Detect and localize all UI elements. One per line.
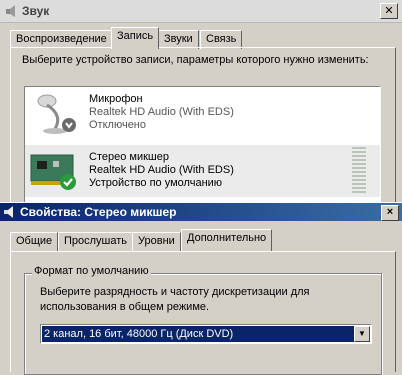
- disabled-down-arrow-icon: [62, 118, 76, 132]
- device-driver: Realtek HD Audio (With EDS): [89, 164, 234, 176]
- device-microphone-text: Микрофон Realtek HD Audio (With EDS) Отк…: [89, 93, 234, 132]
- device-name: Стерео микшер: [89, 151, 169, 163]
- properties-dialog: Свойства: Стерео микшер × Общие Прослуша…: [0, 202, 402, 375]
- device-stereo-mix[interactable]: Стерео микшер Realtek HD Audio (With EDS…: [25, 145, 380, 197]
- properties-dialog-title: Свойства: Стерео микшер: [20, 205, 177, 219]
- device-microphone[interactable]: Микрофон Realtek HD Audio (With EDS) Отк…: [25, 87, 380, 139]
- sound-close-button[interactable]: ✕: [380, 3, 398, 19]
- recording-prompt: Выберите устройство записи, параметры ко…: [22, 54, 369, 66]
- tab-advanced[interactable]: Дополнительно: [181, 229, 273, 251]
- tab-levels[interactable]: Уровни: [132, 232, 181, 251]
- device-driver: Realtek HD Audio (With EDS): [89, 106, 234, 118]
- device-status: Устройство по умолчанию: [89, 177, 223, 189]
- tab-general[interactable]: Общие: [10, 232, 59, 251]
- device-status: Отключено: [89, 119, 146, 131]
- tab-listen[interactable]: Прослушать: [58, 232, 134, 251]
- speaker-icon: [6, 5, 15, 17]
- sound-window-title: Звук: [22, 4, 50, 18]
- recording-device-list[interactable]: Микрофон Realtek HD Audio (With EDS) Отк…: [24, 86, 381, 208]
- chevron-down-icon[interactable]: ▼: [354, 326, 370, 342]
- format-dropdown[interactable]: 2 канал, 16 бит, 48000 Гц (Диск DVD) ▼: [40, 324, 372, 344]
- tab-recording[interactable]: Запись: [111, 27, 160, 49]
- properties-title-bar[interactable]: Свойства: Стерео микшер ×: [0, 203, 402, 221]
- default-checkmark-icon: [60, 174, 76, 190]
- sound-title-bar[interactable]: Звук ✕: [0, 0, 402, 23]
- default-format-label: Формат по умолчанию: [32, 265, 151, 277]
- properties-close-button[interactable]: ×: [381, 205, 399, 221]
- device-stereo-mix-text: Стерео микшер Realtek HD Audio (With EDS…: [89, 151, 234, 190]
- speaker-icon: [4, 206, 13, 218]
- format-dropdown-value: 2 канал, 16 бит, 48000 Гц (Диск DVD): [42, 326, 354, 342]
- device-name: Микрофон: [89, 93, 143, 105]
- default-format-prompt: Выберите разрядность и частоту дискретиз…: [40, 286, 310, 313]
- sound-window: Звук ✕ Воспроизведение Запись Звуки Связ…: [0, 0, 402, 209]
- level-meter: [352, 147, 366, 195]
